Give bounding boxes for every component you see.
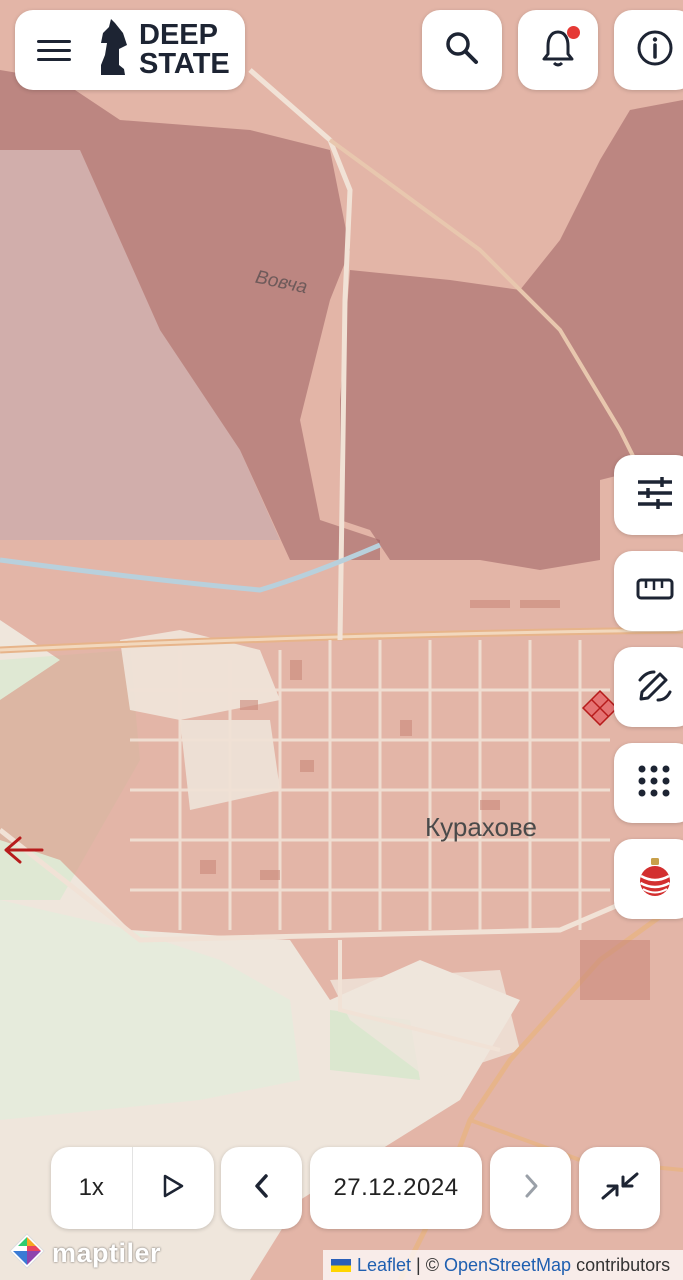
speed-button[interactable]: 1x: [51, 1147, 133, 1229]
town-label: Курахове: [425, 812, 537, 842]
attribution-separator: | ©: [411, 1254, 444, 1275]
attribution-suffix: contributors: [571, 1254, 671, 1275]
chevron-left-icon: [254, 1173, 270, 1204]
knight-chess-icon: [97, 18, 129, 82]
ornament-button[interactable]: [614, 839, 683, 919]
christmas-ornament-icon: [638, 856, 672, 903]
sliders-icon: [636, 476, 674, 515]
info-button[interactable]: [614, 10, 683, 90]
playback-control: 1x: [51, 1147, 214, 1229]
maptiler-diamond-icon: [8, 1232, 46, 1275]
speed-label: 1x: [78, 1174, 104, 1201]
play-button[interactable]: [133, 1147, 215, 1229]
layers-grid-button[interactable]: [614, 743, 683, 823]
collapse-arrows-icon: [600, 1171, 640, 1206]
prev-date-button[interactable]: [221, 1147, 302, 1229]
play-icon: [161, 1173, 185, 1204]
current-date: 27.12.2024: [333, 1174, 459, 1201]
brand-line1: DEEP: [139, 19, 218, 51]
notifications-button[interactable]: [518, 10, 598, 90]
search-button[interactable]: [422, 10, 502, 90]
ruler-button[interactable]: [614, 551, 683, 631]
map-canvas[interactable]: [0, 0, 683, 1280]
osm-link[interactable]: OpenStreetMap: [444, 1255, 571, 1276]
draw-button[interactable]: [614, 647, 683, 727]
chevron-right-icon: [523, 1173, 539, 1204]
map-attribution: Leaflet | © OpenStreetMap contributors: [323, 1250, 683, 1280]
ruler-icon: [636, 577, 674, 606]
ukraine-flag-icon: [331, 1258, 351, 1272]
brand-wordmark: DEEP STATE: [139, 21, 230, 79]
info-icon: [636, 29, 674, 72]
leaflet-link[interactable]: Leaflet: [357, 1255, 411, 1276]
search-icon: [444, 30, 480, 71]
filters-button[interactable]: [614, 455, 683, 535]
date-display[interactable]: 27.12.2024: [310, 1147, 482, 1229]
notification-badge: [567, 26, 580, 39]
grid-dots-icon: [638, 765, 670, 802]
pen-draw-icon: [636, 666, 674, 709]
next-date-button[interactable]: [490, 1147, 571, 1229]
brand-menu-bar[interactable]: DEEP STATE: [15, 10, 245, 90]
maptiler-wordmark: maptiler: [52, 1238, 162, 1268]
maptiler-logo[interactable]: maptiler: [8, 1232, 161, 1275]
hamburger-menu-icon[interactable]: [37, 39, 71, 61]
brand-line2: STATE: [139, 48, 230, 80]
collapse-button[interactable]: [579, 1147, 660, 1229]
